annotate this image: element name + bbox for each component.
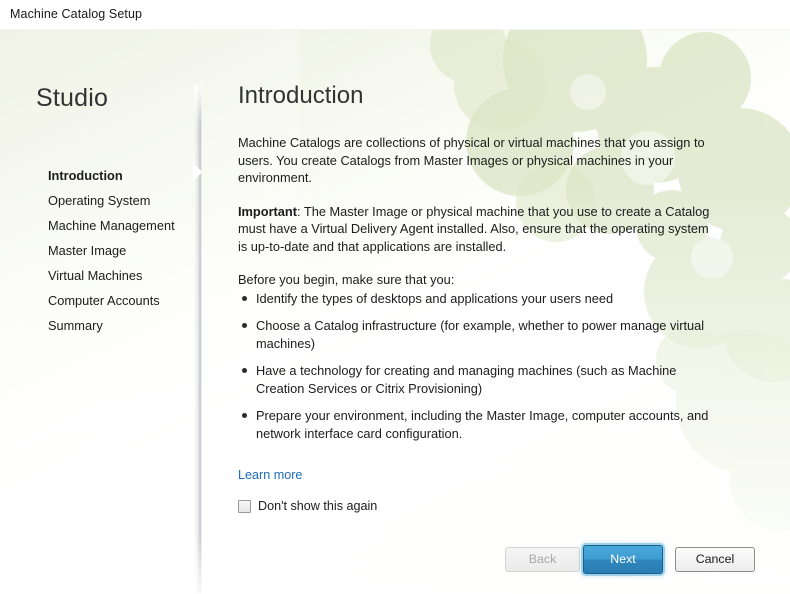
wizard-footer: Back Next Cancel [202, 536, 790, 594]
window-titlebar: Machine Catalog Setup [0, 0, 790, 30]
dont-show-again-label: Don't show this again [258, 499, 377, 513]
machine-catalog-setup-window: Machine Catalog Setup [0, 0, 790, 594]
page-title: Introduction [238, 82, 363, 110]
important-paragraph: Important: The Master Image or physical … [238, 203, 716, 256]
wizard-sidebar: Studio Introduction Operating System Mac… [0, 30, 198, 594]
wizard-step-list: Introduction Operating System Machine Ma… [48, 163, 198, 338]
list-item: Have a technology for creating and manag… [238, 362, 716, 397]
important-text: : The Master Image or physical machine t… [238, 204, 709, 254]
current-step-pointer-icon [193, 163, 202, 181]
list-item: Identify the types of desktops and appli… [238, 290, 716, 308]
list-item: Prepare your environment, including the … [238, 407, 716, 442]
back-button[interactable]: Back [505, 547, 580, 572]
sidebar-item-machine-management[interactable]: Machine Management [48, 213, 198, 238]
checklist: Identify the types of desktops and appli… [238, 290, 716, 443]
sidebar-item-introduction[interactable]: Introduction [48, 163, 198, 188]
learn-more-link[interactable]: Learn more [238, 468, 302, 482]
checklist-lead: Before you begin, make sure that you: [238, 271, 716, 289]
wizard-content-pane: Introduction Machine Catalogs are collec… [202, 30, 790, 594]
dont-show-again-checkbox[interactable] [238, 500, 251, 513]
sidebar-item-summary[interactable]: Summary [48, 313, 198, 338]
sidebar-item-virtual-machines[interactable]: Virtual Machines [48, 263, 198, 288]
cancel-button[interactable]: Cancel [675, 547, 755, 572]
sidebar-divider [194, 85, 202, 594]
sidebar-item-computer-accounts[interactable]: Computer Accounts [48, 288, 198, 313]
sidebar-divider-bottom-fade [194, 535, 202, 594]
wizard-body: Studio Introduction Operating System Mac… [0, 30, 790, 594]
sidebar-item-operating-system[interactable]: Operating System [48, 188, 198, 213]
sidebar-item-master-image[interactable]: Master Image [48, 238, 198, 263]
introduction-body: Machine Catalogs are collections of phys… [238, 134, 716, 484]
window-title: Machine Catalog Setup [10, 7, 142, 21]
sidebar-divider-top-fade [194, 85, 202, 125]
brand-title: Studio [36, 84, 108, 113]
list-item: Choose a Catalog infrastructure (for exa… [238, 317, 716, 352]
important-label: Important [238, 204, 297, 219]
dont-show-again-row[interactable]: Don't show this again [238, 499, 377, 513]
next-button[interactable]: Next [583, 545, 663, 574]
intro-paragraph: Machine Catalogs are collections of phys… [238, 134, 716, 187]
